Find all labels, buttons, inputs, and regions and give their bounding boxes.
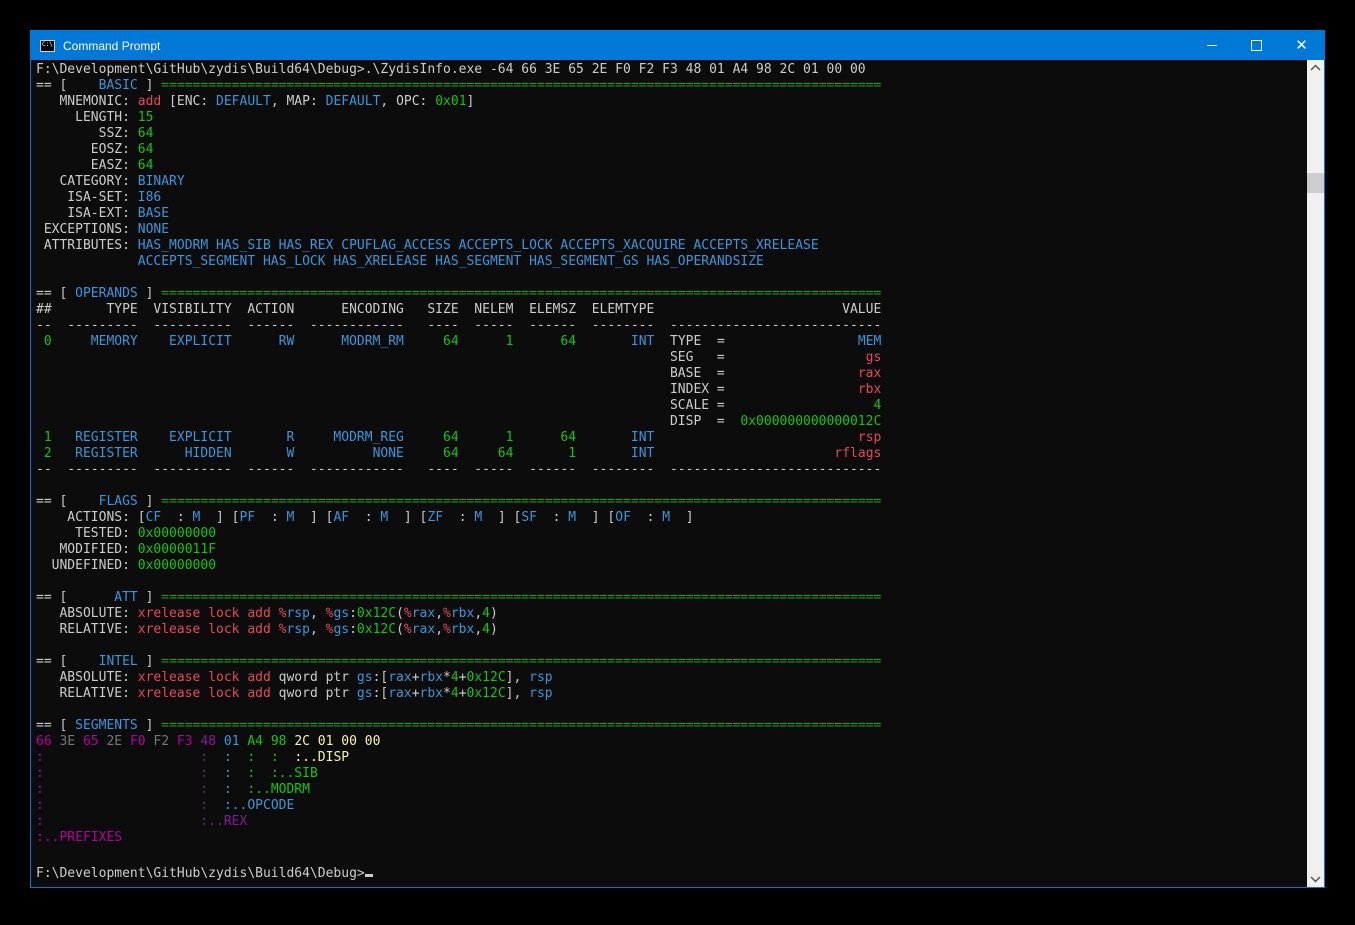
console-output[interactable]: F:\Development\GitHub\zydis\Build64\Debu… — [31, 60, 1324, 887]
console-line: == [ ATT ] =============================… — [36, 590, 881, 606]
console-line: ABSOLUTE: xrelease lock add qword ptr gs… — [36, 670, 881, 686]
console-line: ACTIONS: [CF : M ] [PF : M ] [AF : M ] [… — [36, 510, 881, 526]
console-line: SCALE = 4 — [36, 398, 881, 414]
console-line: SSZ: 64 — [36, 126, 881, 142]
console-line: : : :..OPCODE — [36, 798, 881, 814]
console-line: F:\Development\GitHub\zydis\Build64\Debu… — [36, 862, 881, 878]
console-line: : : : :..MODRM — [36, 782, 881, 798]
console-line: UNDEFINED: 0x00000000 — [36, 558, 881, 574]
window-title: Command Prompt — [63, 39, 160, 53]
console-line: == [ BASIC ] ===========================… — [36, 78, 881, 94]
cmd-icon: C:\ — [40, 40, 55, 52]
minimize-icon — [1207, 45, 1217, 46]
console-line: ## TYPE VISIBILITY ACTION ENCODING SIZE … — [36, 302, 881, 318]
console-line: SEG = gs — [36, 350, 881, 366]
console-line: ISA-EXT: BASE — [36, 206, 881, 222]
console-line: EXCEPTIONS: NONE — [36, 222, 881, 238]
console-line: MODIFIED: 0x0000011F — [36, 542, 881, 558]
scrollbar[interactable] — [1307, 60, 1324, 887]
console-line — [36, 638, 881, 654]
console-line: 0 MEMORY EXPLICIT RW MODRM_RM 64 1 64 IN… — [36, 334, 881, 350]
console-line: ACCEPTS_SEGMENT HAS_LOCK HAS_XRELEASE HA… — [36, 254, 881, 270]
console-line: INDEX = rbx — [36, 382, 881, 398]
window-controls: ✕ — [1189, 31, 1324, 60]
console-line: == [ FLAGS ] ===========================… — [36, 494, 881, 510]
console-line: 66 3E 65 2E F0 F2 F3 48 01 A4 98 2C 01 0… — [36, 734, 881, 750]
maximize-button[interactable] — [1234, 31, 1279, 60]
text-cursor — [365, 862, 373, 877]
console-line: : : : : :..SIB — [36, 766, 881, 782]
scroll-down-button[interactable] — [1307, 870, 1324, 887]
console-line: == [ INTEL ] ===========================… — [36, 654, 881, 670]
console-line: :..PREFIXES — [36, 830, 881, 846]
terminal-text: F:\Development\GitHub\zydis\Build64\Debu… — [36, 62, 881, 878]
console-line: RELATIVE: xrelease lock add %rsp, %gs:0x… — [36, 622, 881, 638]
chevron-up-icon — [1307, 60, 1324, 77]
console-line: : :..REX — [36, 814, 881, 830]
console-line: == [ SEGMENTS ] ========================… — [36, 718, 881, 734]
console-line — [36, 574, 881, 590]
console-line: -- --------- ---------- ------ ---------… — [36, 462, 881, 478]
console-line: ATTRIBUTES: HAS_MODRM HAS_SIB HAS_REX CP… — [36, 238, 881, 254]
scrollbar-thumb[interactable] — [1307, 173, 1324, 193]
console-line — [36, 846, 881, 862]
minimize-button[interactable] — [1189, 31, 1234, 60]
console-line: : : : : : :..DISP — [36, 750, 881, 766]
console-line: CATEGORY: BINARY — [36, 174, 881, 190]
console-line: LENGTH: 15 — [36, 110, 881, 126]
console-line: -- --------- ---------- ------ ---------… — [36, 318, 881, 334]
command-prompt-window: C:\ Command Prompt ✕ F:\Development\GitH… — [30, 30, 1325, 888]
console-line: DISP = 0x000000000000012C — [36, 414, 881, 430]
console-line: 2 REGISTER HIDDEN W NONE 64 64 1 INT rfl… — [36, 446, 881, 462]
close-icon: ✕ — [1295, 38, 1308, 53]
console-line: == [ OPERANDS ] ========================… — [36, 286, 881, 302]
console-line — [36, 270, 881, 286]
chevron-down-icon — [1307, 870, 1324, 887]
console-line: MNEMONIC: add [ENC: DEFAULT, MAP: DEFAUL… — [36, 94, 881, 110]
titlebar[interactable]: C:\ Command Prompt ✕ — [31, 31, 1324, 60]
maximize-icon — [1251, 40, 1262, 51]
console-line: 1 REGISTER EXPLICIT R MODRM_REG 64 1 64 … — [36, 430, 881, 446]
close-button[interactable]: ✕ — [1279, 31, 1324, 60]
console-line: ISA-SET: I86 — [36, 190, 881, 206]
console-line — [36, 702, 881, 718]
console-line: EASZ: 64 — [36, 158, 881, 174]
console-line: EOSZ: 64 — [36, 142, 881, 158]
console-line — [36, 478, 881, 494]
console-line: RELATIVE: xrelease lock add qword ptr gs… — [36, 686, 881, 702]
console-line: ABSOLUTE: xrelease lock add %rsp, %gs:0x… — [36, 606, 881, 622]
console-line: F:\Development\GitHub\zydis\Build64\Debu… — [36, 62, 881, 78]
console-line: TESTED: 0x00000000 — [36, 526, 881, 542]
console-line: BASE = rax — [36, 366, 881, 382]
scroll-up-button[interactable] — [1307, 60, 1324, 77]
